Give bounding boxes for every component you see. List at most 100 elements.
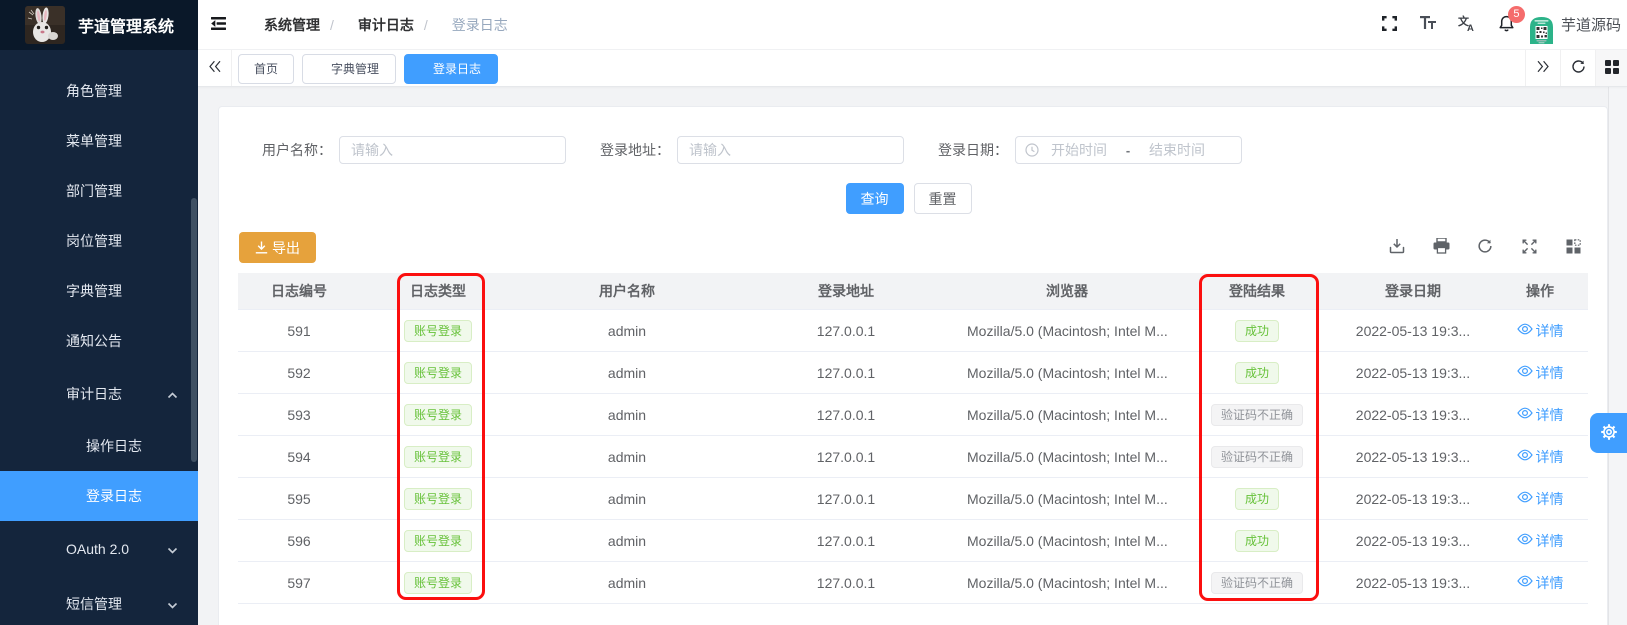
export-button[interactable]: 导出 <box>239 232 316 263</box>
fold-icon <box>211 17 226 33</box>
settings-fab-button[interactable] <box>1590 413 1627 453</box>
fullscreen-table-button[interactable] <box>1507 232 1551 263</box>
tab-1[interactable]: 首页 <box>238 54 294 84</box>
page-scrollbar-track[interactable] <box>1608 87 1627 625</box>
cell-op: 详情 <box>1492 405 1588 425</box>
table-row: 597账号登录admin127.0.0.1Mozilla/5.0 (Macint… <box>238 562 1588 604</box>
user-avatar <box>1530 17 1553 44</box>
user-menu[interactable]: 芋道源码 <box>1530 6 1627 44</box>
login-log-table: 日志编号日志类型用户名称登录地址浏览器登陆结果登录日期操作 591账号登录adm… <box>238 273 1588 604</box>
table-tools <box>1375 232 1595 263</box>
breadcrumb-item[interactable]: 系统管理 <box>264 15 320 35</box>
search-form: 用户名称： 登录地址： 登录日期： 开始时间 <box>219 107 1607 215</box>
tags-scroll-left-button[interactable] <box>198 50 232 86</box>
sidebar-item-10[interactable]: OAuth 2.0 <box>0 521 198 576</box>
table-row: 594账号登录admin127.0.0.1Mozilla/5.0 (Macint… <box>238 436 1588 478</box>
sidebar-scrollbar-thumb[interactable] <box>191 198 197 462</box>
sidebar-item-7[interactable]: 审计日志 <box>0 366 198 421</box>
sidebar-item-label: OAuth 2.0 <box>0 541 129 557</box>
columns-grid-icon <box>1566 239 1581 257</box>
detail-link[interactable]: 详情 <box>1517 531 1564 551</box>
sidebar-fold-button[interactable] <box>198 0 238 50</box>
download-tray-icon <box>1389 238 1405 257</box>
refresh-table-button[interactable] <box>1463 232 1507 263</box>
table-row: 593账号登录admin127.0.0.1Mozilla/5.0 (Macint… <box>238 394 1588 436</box>
cell-user: admin <box>516 491 738 507</box>
sidebar-item-2[interactable]: 菜单管理 <box>0 116 198 166</box>
language-button[interactable]: 文 A <box>1448 0 1487 50</box>
cell-result: 成功 <box>1180 530 1334 552</box>
chevron-down-icon <box>167 600 176 609</box>
cell-user: admin <box>516 407 738 423</box>
tab-3[interactable]: 登录日志 <box>404 54 498 84</box>
cell-result: 成功 <box>1180 488 1334 510</box>
sidebar-item-9[interactable]: 登录日志 <box>0 471 198 521</box>
table-row: 596账号登录admin127.0.0.1Mozilla/5.0 (Macint… <box>238 520 1588 562</box>
username-input-wrap <box>339 136 566 164</box>
tab-2[interactable]: 字典管理 <box>302 54 396 84</box>
font-size-button[interactable] <box>1409 0 1448 50</box>
tags-view: 首页字典管理登录日志 <box>198 50 1627 87</box>
cell-date: 2022-05-13 19:3... <box>1334 575 1492 591</box>
sidebar-item-8[interactable]: 操作日志 <box>0 421 198 471</box>
detail-link[interactable]: 详情 <box>1517 321 1564 341</box>
breadcrumb-item[interactable]: 审计日志 <box>358 15 414 35</box>
table-row: 595账号登录admin127.0.0.1Mozilla/5.0 (Macint… <box>238 478 1588 520</box>
login-result-badge: 成功 <box>1235 488 1279 510</box>
search-button[interactable]: 查询 <box>846 183 904 214</box>
cell-browser: Mozilla/5.0 (Macintosh; Intel M... <box>954 491 1180 507</box>
sidebar-item-1[interactable]: 角色管理 <box>0 66 198 116</box>
cell-user: admin <box>516 449 738 465</box>
date-label: 登录日期： <box>938 140 1008 160</box>
tags-list: 首页字典管理登录日志 <box>232 50 1525 86</box>
cell-addr: 127.0.0.1 <box>738 449 954 465</box>
cell-id: 591 <box>238 323 360 339</box>
table-export-button[interactable] <box>1375 232 1419 263</box>
sidebar-item-5[interactable]: 字典管理 <box>0 266 198 316</box>
notification-button[interactable]: 5 <box>1487 0 1526 50</box>
date-range-input[interactable]: 开始时间 - 结束时间 <box>1015 136 1242 164</box>
username-label: 用户名称： <box>238 140 332 160</box>
login-result-badge: 成功 <box>1235 320 1279 342</box>
eye-icon <box>1517 573 1536 592</box>
detail-link[interactable]: 详情 <box>1517 573 1564 593</box>
detail-link[interactable]: 详情 <box>1517 447 1564 467</box>
sidebar-item-4[interactable]: 岗位管理 <box>0 216 198 266</box>
log-type-badge: 账号登录 <box>404 446 472 468</box>
logo-bar[interactable]: 芋道管理系统 <box>0 0 198 50</box>
detail-link[interactable]: 详情 <box>1517 405 1564 425</box>
tags-scroll-right-button[interactable] <box>1525 50 1560 86</box>
detail-link[interactable]: 详情 <box>1517 363 1564 383</box>
cell-result: 成功 <box>1180 320 1334 342</box>
fullscreen-button[interactable] <box>1370 0 1409 50</box>
sidebar-item-3[interactable]: 部门管理 <box>0 166 198 216</box>
tags-refresh-button[interactable] <box>1560 50 1595 86</box>
reset-button[interactable]: 重置 <box>914 183 972 214</box>
language-icon: 文 A <box>1458 15 1476 34</box>
address-input-wrap <box>677 136 904 164</box>
chevron-up-icon <box>167 390 176 399</box>
detail-link[interactable]: 详情 <box>1517 489 1564 509</box>
login-result-badge: 成功 <box>1235 362 1279 384</box>
column-header-id: 日志编号 <box>238 281 360 301</box>
address-label: 登录地址： <box>600 140 670 160</box>
address-input[interactable] <box>689 142 892 158</box>
cell-browser: Mozilla/5.0 (Macintosh; Intel M... <box>954 365 1180 381</box>
cell-result: 验证码不正确 <box>1180 572 1334 594</box>
eye-icon <box>1517 405 1536 424</box>
layout-grid-button[interactable] <box>1595 50 1627 86</box>
cell-addr: 127.0.0.1 <box>738 407 954 423</box>
cell-date: 2022-05-13 19:3... <box>1334 491 1492 507</box>
username-input[interactable] <box>351 142 554 158</box>
print-button[interactable] <box>1419 232 1463 263</box>
printer-icon <box>1433 238 1450 257</box>
cell-op: 详情 <box>1492 363 1588 383</box>
cell-result: 验证码不正确 <box>1180 404 1334 426</box>
gear-icon <box>1599 422 1619 445</box>
sidebar-item-11[interactable]: 短信管理 <box>0 576 198 625</box>
grid-icon <box>1605 60 1619 77</box>
sidebar-item-6[interactable]: 通知公告 <box>0 316 198 366</box>
cell-user: admin <box>516 575 738 591</box>
column-settings-button[interactable] <box>1551 232 1595 263</box>
notification-badge: 5 <box>1508 6 1525 23</box>
